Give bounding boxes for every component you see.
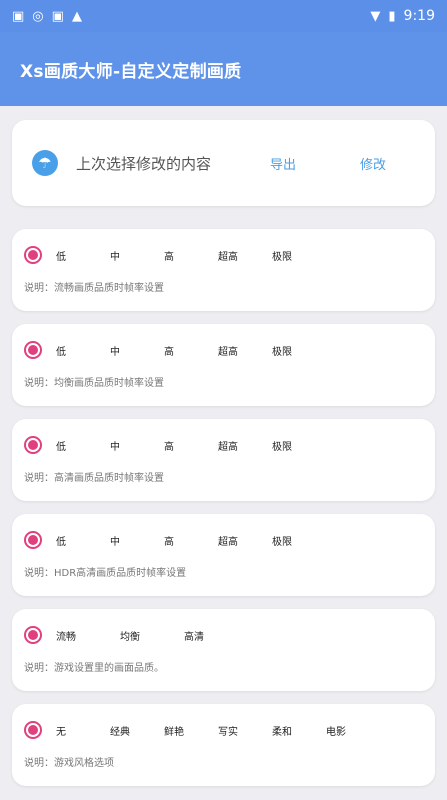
location-icon: ◎ [32, 8, 44, 24]
option-item[interactable]: 高清 [184, 628, 248, 643]
status-right: ▼ ▮ 9:19 [370, 8, 435, 24]
option-item[interactable]: 超高 [218, 533, 272, 548]
option-row: 无 经典 鲜艳 写实 柔和 电影 [24, 718, 421, 742]
radio-button[interactable] [24, 721, 42, 739]
option-description: 说明：高清画质品质时帧率设置 [24, 473, 164, 484]
option-description: 说明：游戏设置里的画面品质。 [24, 663, 164, 674]
option-description: 说明：HDR高清画质品质时帧率设置 [24, 568, 187, 579]
option-item[interactable]: 超高 [218, 248, 272, 263]
option-item[interactable]: 低 [56, 533, 110, 548]
radio-dot [28, 440, 38, 450]
radio-button[interactable] [24, 531, 42, 549]
option-item[interactable]: 低 [56, 438, 110, 453]
notification-icon: ▣ [12, 8, 25, 24]
page-title: Xs画质大师-自定义定制画质 [20, 61, 242, 82]
option-item[interactable]: 高 [164, 248, 218, 263]
option-item[interactable]: 电影 [326, 723, 380, 738]
option-item[interactable]: 超高 [218, 438, 272, 453]
option-description: 说明：均衡画质品质时帧率设置 [24, 378, 164, 389]
radio-button[interactable] [24, 436, 42, 454]
option-item[interactable]: 极限 [272, 248, 326, 263]
last-change-card: ☂ 上次选择修改的内容 导出 修改 [12, 120, 435, 206]
option-item[interactable]: 均衡 [120, 628, 184, 643]
option-card-quality: 流畅 均衡 高清 说明：游戏设置里的画面品质。 [12, 609, 435, 691]
shopping-bag-icon: ▲ [71, 8, 82, 24]
option-row: 流畅 均衡 高清 [24, 623, 421, 647]
option-row: 低 中 高 超高 极限 [24, 338, 421, 362]
option-description: 说明：游戏风格选项 [24, 758, 114, 769]
option-row: 低 中 高 超高 极限 [24, 433, 421, 457]
radio-dot [28, 725, 38, 735]
option-item[interactable]: 中 [110, 248, 164, 263]
option-item[interactable]: 高 [164, 343, 218, 358]
radio-dot [28, 250, 38, 260]
option-item[interactable]: 鲜艳 [164, 723, 218, 738]
option-item[interactable]: 低 [56, 343, 110, 358]
app-bar: Xs画质大师-自定义定制画质 [0, 32, 447, 106]
option-item[interactable]: 超高 [218, 343, 272, 358]
option-item[interactable]: 柔和 [272, 723, 326, 738]
option-item[interactable]: 极限 [272, 343, 326, 358]
option-item[interactable]: 中 [110, 533, 164, 548]
status-bar: ▣ ◎ ▣ ▲ ▼ ▮ 9:19 [0, 0, 447, 32]
status-time: 9:19 [403, 8, 435, 24]
option-item[interactable]: 中 [110, 438, 164, 453]
battery-icon: ▮ [388, 8, 396, 24]
option-description: 说明：流畅画质品质时帧率设置 [24, 283, 164, 294]
option-item[interactable]: 经典 [110, 723, 164, 738]
radio-button[interactable] [24, 246, 42, 264]
option-item[interactable]: 高 [164, 533, 218, 548]
option-item[interactable]: 流畅 [56, 628, 120, 643]
option-card-style: 无 经典 鲜艳 写实 柔和 电影 说明：游戏风格选项 [12, 704, 435, 786]
option-card-hdr-fps: 低 中 高 超高 极限 说明：HDR高清画质品质时帧率设置 [12, 514, 435, 596]
radio-button[interactable] [24, 626, 42, 644]
option-card-smooth-fps: 低 中 高 超高 极限 说明：流畅画质品质时帧率设置 [12, 229, 435, 311]
status-left: ▣ ◎ ▣ ▲ [12, 10, 82, 23]
option-card-hd-fps: 低 中 高 超高 极限 说明：高清画质品质时帧率设置 [12, 419, 435, 501]
radio-dot [28, 630, 38, 640]
modify-button[interactable]: 修改 [360, 154, 386, 173]
radio-button[interactable] [24, 341, 42, 359]
option-row: 低 中 高 超高 极限 [24, 528, 421, 552]
option-item[interactable]: 中 [110, 343, 164, 358]
option-item[interactable]: 写实 [218, 723, 272, 738]
option-item[interactable]: 无 [56, 723, 110, 738]
option-item[interactable]: 高 [164, 438, 218, 453]
radio-dot [28, 535, 38, 545]
export-button[interactable]: 导出 [270, 154, 296, 173]
option-card-balanced-fps: 低 中 高 超高 极限 说明：均衡画质品质时帧率设置 [12, 324, 435, 406]
option-item[interactable]: 极限 [272, 438, 326, 453]
option-item[interactable]: 极限 [272, 533, 326, 548]
option-row: 低 中 高 超高 极限 [24, 243, 421, 267]
notification-icon: ▣ [51, 8, 64, 24]
wifi-icon: ▼ [370, 8, 381, 24]
option-item[interactable]: 低 [56, 248, 110, 263]
last-change-label: 上次选择修改的内容 [76, 154, 212, 173]
umbrella-icon: ☂ [32, 150, 58, 176]
radio-dot [28, 345, 38, 355]
